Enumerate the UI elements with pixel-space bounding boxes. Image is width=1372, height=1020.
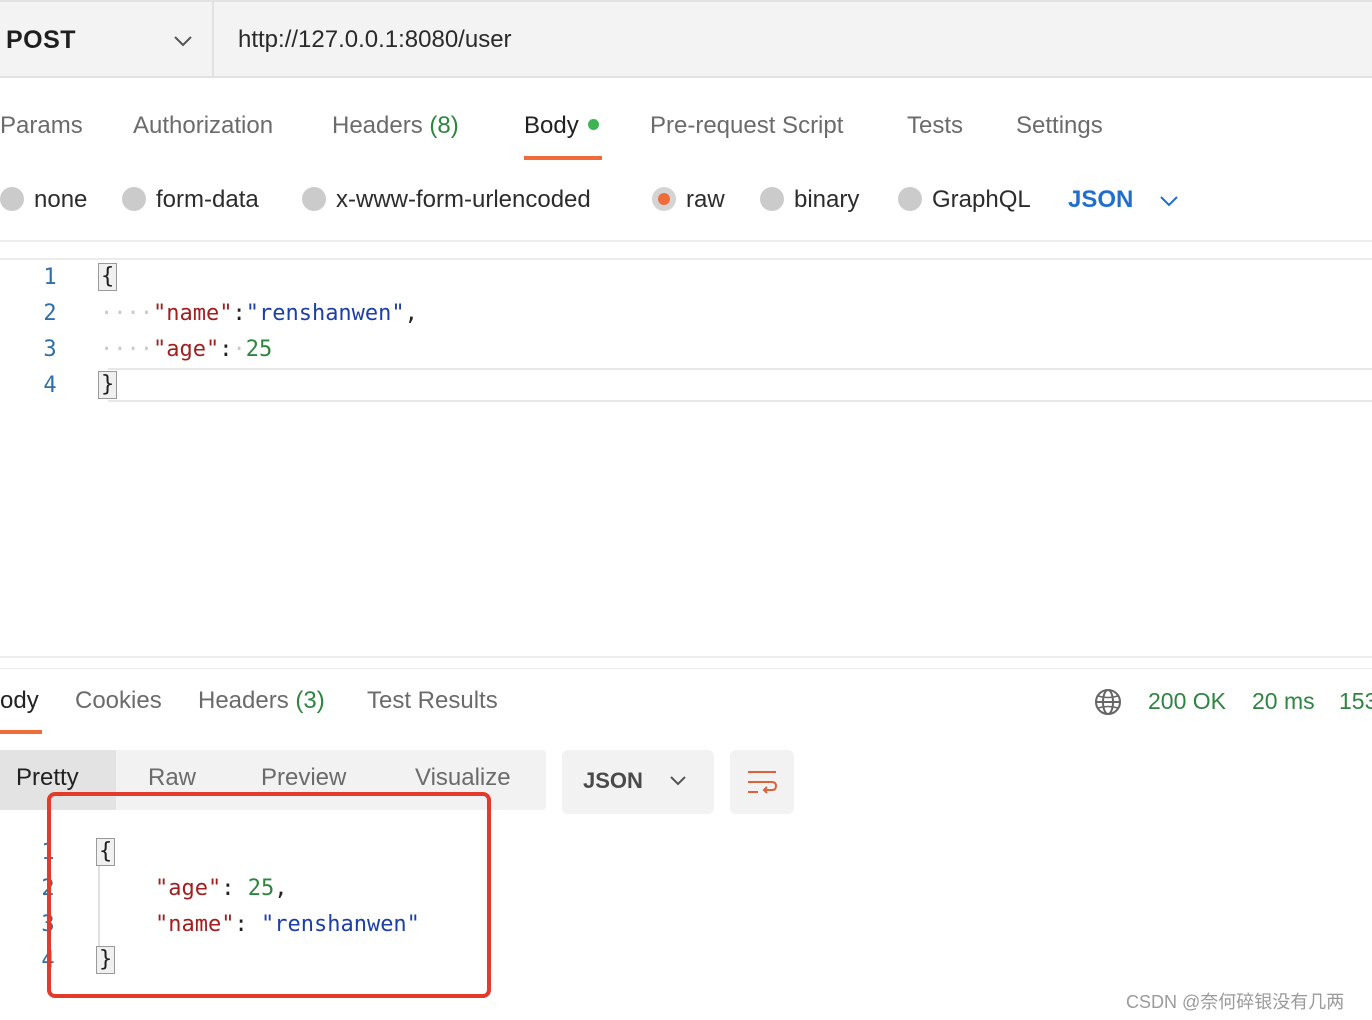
divider bbox=[0, 656, 1372, 658]
json-value: "renshanwen" bbox=[245, 301, 405, 326]
url-input[interactable]: http://127.0.0.1:8080/user bbox=[238, 26, 512, 54]
radio-raw[interactable]: raw bbox=[652, 186, 725, 214]
response-size[interactable]: 153 bbox=[1339, 688, 1372, 715]
radio-circle-icon bbox=[760, 186, 784, 211]
radio-binary[interactable]: binary bbox=[760, 186, 859, 214]
response-tab-headers-label: Headers bbox=[198, 687, 289, 714]
wrap-lines-icon bbox=[748, 771, 778, 794]
code-line: } bbox=[98, 371, 118, 399]
radio-graphql[interactable]: GraphQL bbox=[898, 186, 1031, 214]
tab-authorization[interactable]: Authorization bbox=[133, 112, 273, 140]
view-visualize[interactable]: Visualize bbox=[415, 764, 511, 792]
method-select[interactable]: POST bbox=[0, 2, 214, 78]
tab-body[interactable]: Body bbox=[524, 112, 599, 140]
response-tab-headers[interactable]: Headers (3) bbox=[198, 687, 325, 715]
tab-headers-count: (8) bbox=[429, 112, 459, 139]
response-tab-body[interactable]: ody bbox=[0, 687, 39, 715]
divider bbox=[0, 240, 1372, 242]
tab-tests[interactable]: Tests bbox=[907, 112, 963, 140]
response-status-code[interactable]: 200 OK bbox=[1148, 688, 1226, 715]
code-line: { bbox=[98, 263, 118, 291]
response-time[interactable]: 20 ms bbox=[1252, 688, 1315, 715]
url-bar: POST http://127.0.0.1:8080/user bbox=[0, 0, 1372, 78]
line-number: 1 bbox=[43, 265, 57, 290]
tab-headers[interactable]: Headers (8) bbox=[332, 112, 459, 140]
line-number: 2 bbox=[43, 301, 57, 326]
tab-body-label: Body bbox=[524, 112, 579, 139]
tab-pre-request-script[interactable]: Pre-request Script bbox=[650, 112, 843, 140]
chevron-down-icon bbox=[670, 776, 686, 786]
divider bbox=[0, 258, 1372, 260]
response-tab-headers-count: (3) bbox=[295, 687, 325, 714]
radio-none[interactable]: none bbox=[0, 186, 87, 214]
response-format-label: JSON bbox=[583, 768, 643, 793]
tab-headers-label: Headers bbox=[332, 112, 423, 139]
view-raw[interactable]: Raw bbox=[148, 764, 196, 792]
tab-settings[interactable]: Settings bbox=[1016, 112, 1103, 140]
radio-raw-label: raw bbox=[686, 186, 725, 213]
radio-none-label: none bbox=[34, 186, 88, 213]
modified-dot-icon bbox=[587, 119, 599, 131]
radio-form-data-label: form-data bbox=[156, 186, 259, 213]
radio-form-data[interactable]: form-data bbox=[122, 186, 259, 214]
json-key: "age" bbox=[152, 337, 220, 362]
radio-selected-icon bbox=[652, 186, 676, 211]
code-line: ····"name":"renshanwen", bbox=[100, 301, 418, 326]
radio-circle-icon bbox=[898, 186, 922, 211]
close-brace: } bbox=[98, 371, 118, 399]
radio-urlencoded-label: x-www-form-urlencoded bbox=[336, 186, 591, 213]
view-pretty[interactable]: Pretty bbox=[16, 764, 79, 792]
open-brace: { bbox=[98, 263, 118, 291]
active-line-highlight bbox=[108, 368, 1372, 402]
chevron-down-icon bbox=[174, 36, 192, 47]
code-line: ····"age":·25 bbox=[100, 337, 273, 362]
line-number: 3 bbox=[43, 337, 57, 362]
radio-circle-icon bbox=[122, 186, 146, 211]
active-tab-indicator bbox=[524, 156, 602, 160]
response-tab-cookies[interactable]: Cookies bbox=[75, 687, 162, 715]
radio-circle-icon bbox=[302, 186, 326, 211]
view-preview[interactable]: Preview bbox=[261, 764, 346, 792]
annotation-highlight-box bbox=[47, 792, 491, 998]
method-label: POST bbox=[6, 26, 77, 54]
radio-x-www-form-urlencoded[interactable]: x-www-form-urlencoded bbox=[302, 186, 591, 214]
response-tab-test-results[interactable]: Test Results bbox=[367, 687, 498, 715]
globe-icon[interactable] bbox=[1094, 688, 1122, 716]
radio-binary-label: binary bbox=[794, 186, 860, 213]
radio-graphql-label: GraphQL bbox=[932, 186, 1031, 213]
json-key: "name" bbox=[152, 301, 233, 326]
json-value: 25 bbox=[245, 337, 273, 362]
divider bbox=[0, 668, 1372, 669]
body-language-select[interactable]: JSON bbox=[1068, 186, 1133, 214]
active-tab-indicator bbox=[0, 730, 42, 734]
line-number: 4 bbox=[43, 373, 57, 398]
radio-circle-icon bbox=[0, 186, 24, 211]
watermark: CSDN @奈何碎银没有几两 bbox=[1126, 992, 1345, 1012]
tab-params[interactable]: Params bbox=[0, 112, 83, 140]
chevron-down-icon[interactable] bbox=[1158, 190, 1180, 212]
